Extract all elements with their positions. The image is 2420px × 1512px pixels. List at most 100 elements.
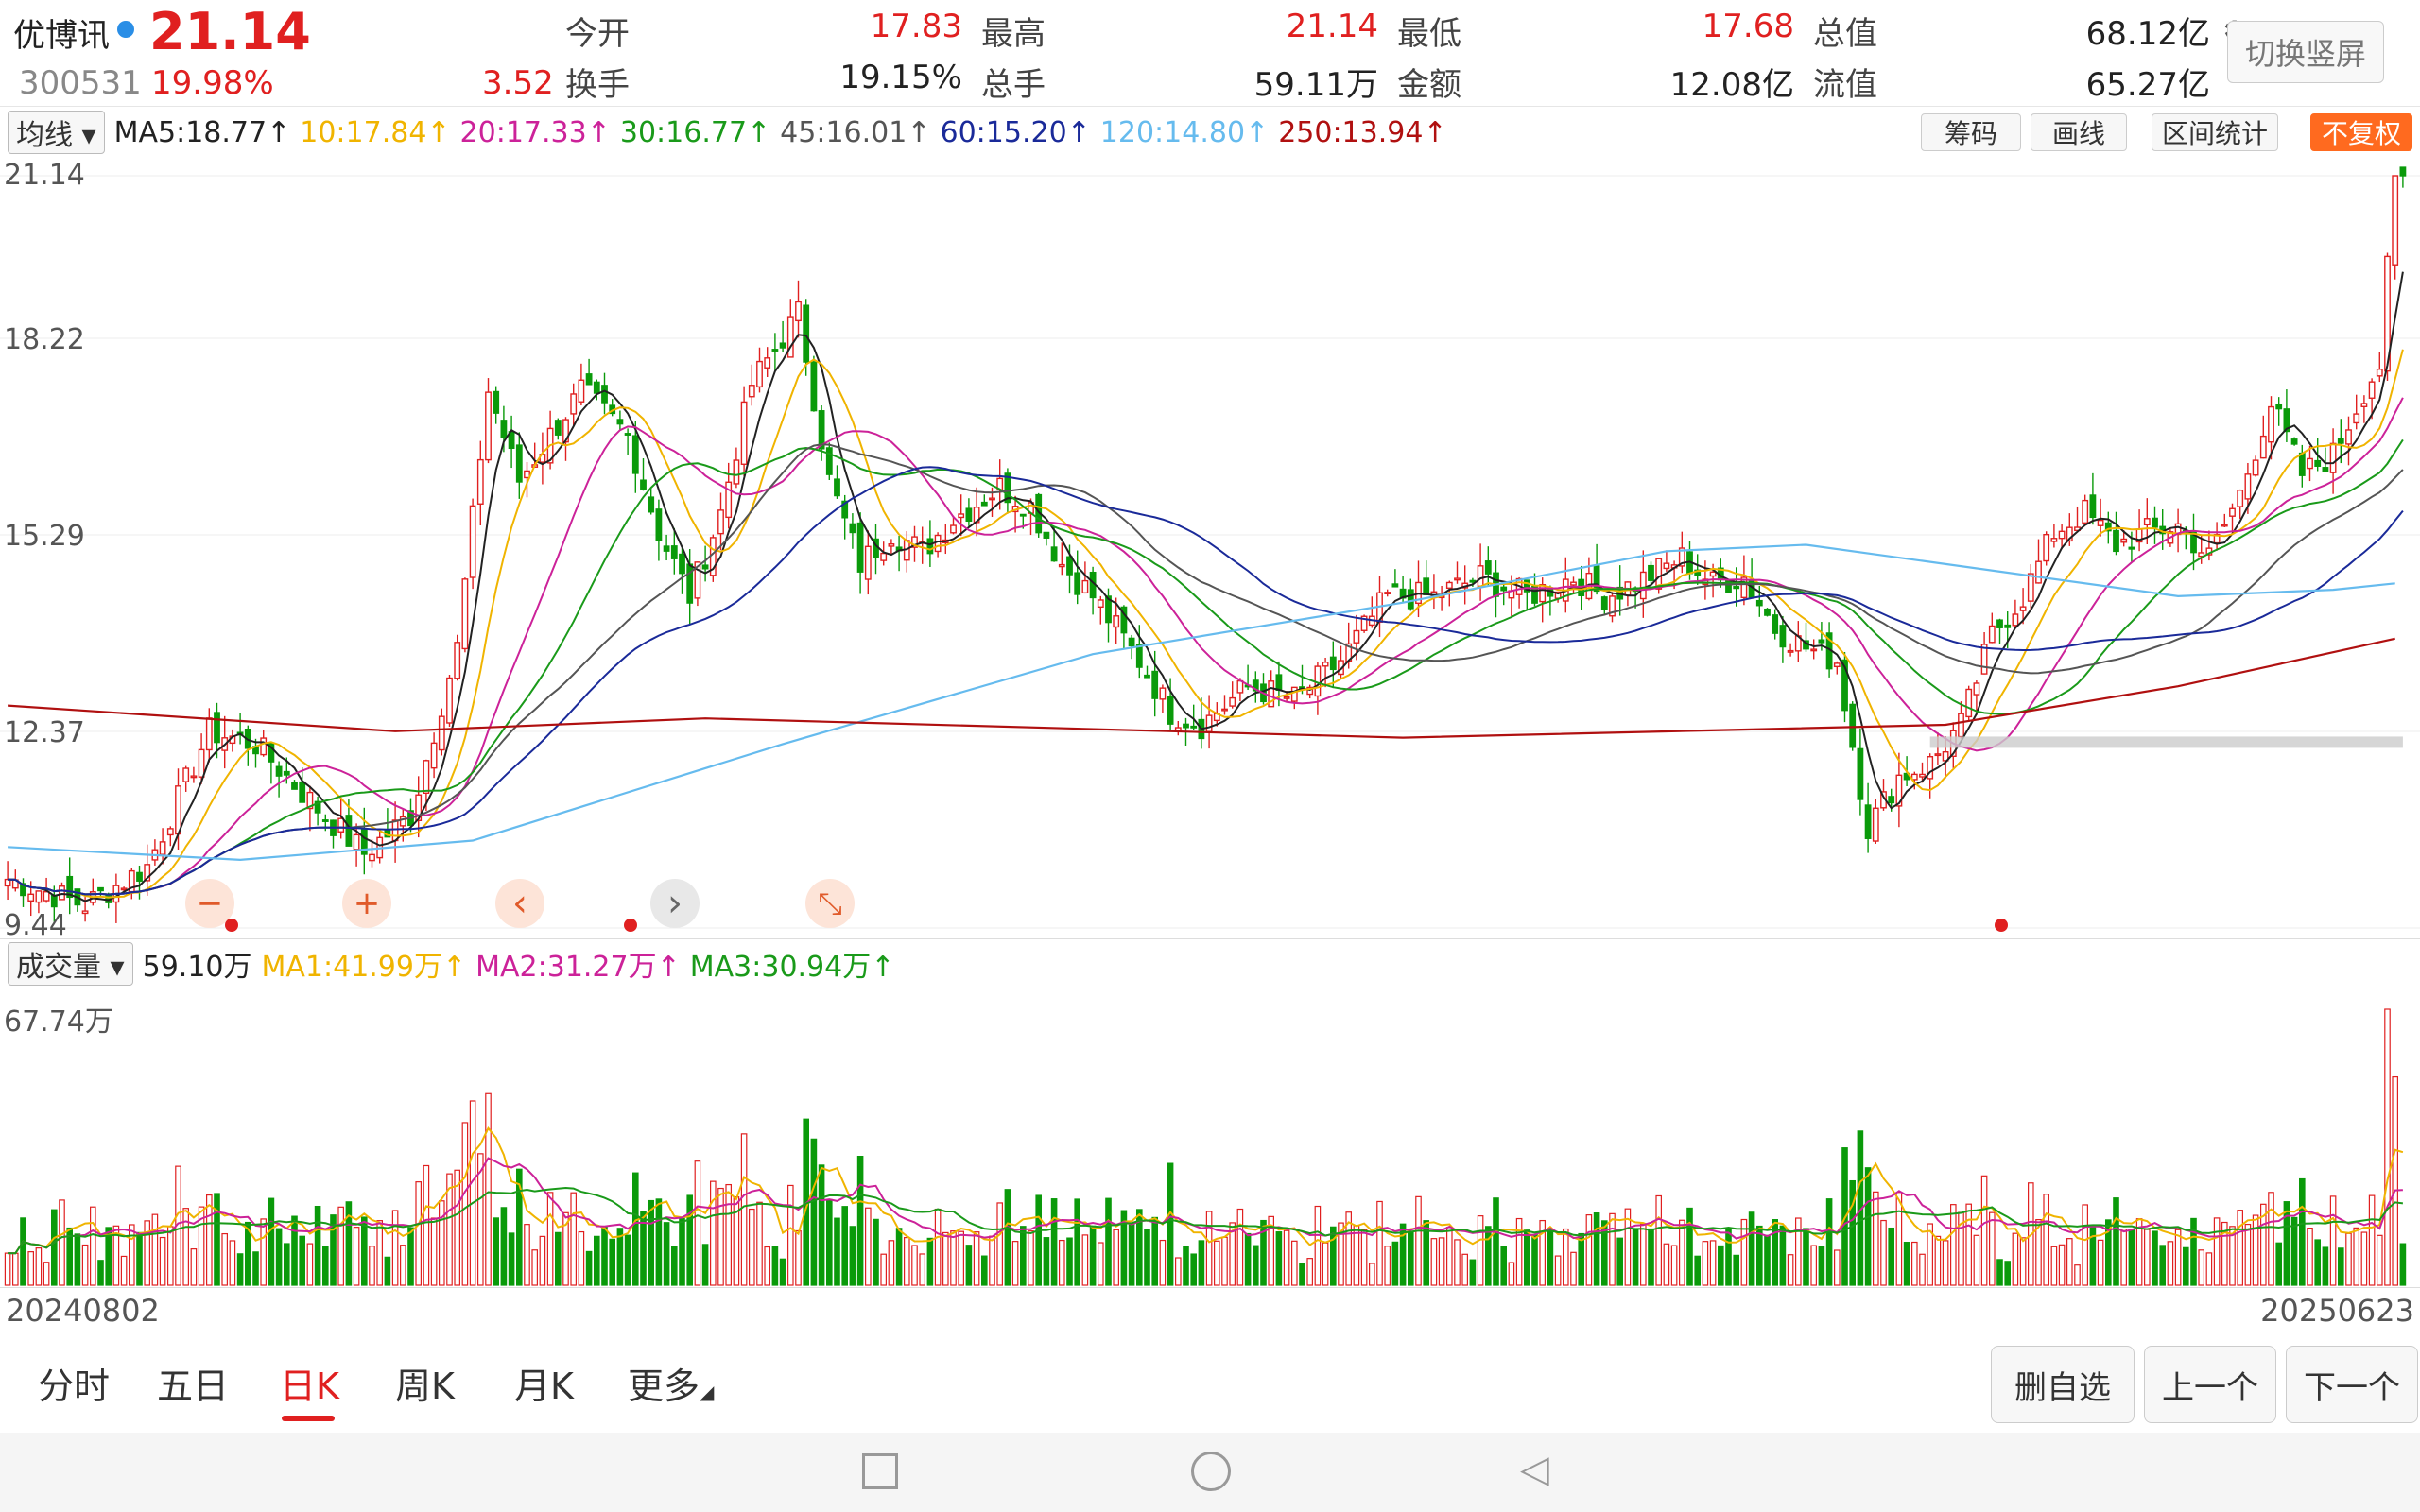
zoom-in-button[interactable]: +	[342, 879, 391, 928]
tab-intraday[interactable]: 分时	[38, 1357, 110, 1409]
candle-body	[2290, 438, 2298, 445]
candle-body	[1500, 586, 1508, 592]
remove-watchlist-button[interactable]: 删自选	[1991, 1346, 2135, 1423]
candle-body	[1477, 565, 1484, 588]
tab-more[interactable]: 更多◢	[628, 1357, 714, 1409]
candle-body	[1275, 674, 1283, 692]
volume-bar	[1663, 1243, 1670, 1286]
candle-body	[283, 770, 290, 776]
volume-bar	[1159, 1239, 1167, 1286]
volume-bar	[1903, 1242, 1910, 1286]
volume-bar	[1066, 1237, 1073, 1286]
volume-bar	[2290, 1216, 2298, 1286]
candle-body	[856, 522, 864, 573]
toggle-portrait-button[interactable]: 切换竖屏	[2227, 21, 2384, 83]
candle-body	[725, 481, 733, 519]
volume-bar	[1849, 1179, 1857, 1286]
chips-button[interactable]: 筹码	[1921, 113, 2021, 151]
volume-bar	[2392, 1075, 2399, 1286]
volume-bar	[1523, 1229, 1530, 1286]
volume-bar	[1585, 1214, 1593, 1286]
candle-body	[2244, 473, 2252, 500]
tab-five-day[interactable]: 五日	[157, 1357, 229, 1409]
candle-body	[748, 385, 755, 398]
tab-monthly-k[interactable]: 月K	[514, 1357, 574, 1409]
tab-daily-k[interactable]: 日K	[280, 1357, 339, 1409]
next-stock-button[interactable]: 下一个	[2286, 1346, 2418, 1423]
shrink-button[interactable]: ⤡	[805, 879, 855, 928]
kline-chart[interactable]	[0, 155, 2420, 939]
volume-bar	[1113, 1228, 1120, 1286]
quote-volume-label: 总手	[981, 66, 1046, 104]
previous-stock-button[interactable]: 上一个	[2144, 1346, 2276, 1423]
scroll-left-button[interactable]: ‹	[495, 879, 544, 928]
volume-bar	[299, 1235, 306, 1286]
candle-body	[2314, 459, 2322, 467]
indicator-selector[interactable]: 成交量 ▾	[8, 942, 133, 986]
candle-body	[2120, 538, 2128, 543]
highlight-band	[1929, 736, 2403, 748]
volume-bar	[206, 1194, 213, 1286]
candle-body	[1221, 708, 1228, 712]
volume-bar	[1709, 1240, 1717, 1286]
candle-body	[1965, 688, 1973, 718]
volume-bar	[469, 1100, 476, 1286]
quote-total-cap-label: 总值	[1813, 15, 1877, 53]
event-marker[interactable]	[1995, 919, 2008, 932]
candle-body	[2004, 624, 2012, 628]
ma-selector[interactable]: 均线 ▾	[8, 111, 105, 154]
volume-bar	[89, 1206, 96, 1286]
volume-bar	[2329, 1195, 2337, 1286]
candle-body	[2307, 457, 2313, 470]
candle-body	[679, 553, 685, 575]
volume-chart[interactable]	[0, 987, 2420, 1287]
volume-bar	[1198, 1240, 1205, 1286]
tab-weekly-k[interactable]: 周K	[395, 1357, 455, 1409]
back-icon[interactable]: ◁	[1520, 1448, 1549, 1491]
scroll-right-button[interactable]: ›	[650, 879, 700, 928]
candle-body	[1733, 586, 1740, 590]
volume-bar	[1748, 1211, 1755, 1286]
volume-bar	[996, 1202, 1004, 1286]
candle-body	[1058, 563, 1065, 568]
volume-bar	[2213, 1217, 2221, 1286]
home-icon[interactable]	[1191, 1452, 1231, 1491]
candle-body	[2259, 435, 2267, 459]
volume-bar	[2004, 1261, 2012, 1286]
volume-bar	[369, 1246, 375, 1286]
volume-bar	[965, 1245, 973, 1286]
ma5-value: MA5:18.77↑	[113, 115, 291, 149]
verified-icon	[117, 21, 134, 38]
range-stats-button[interactable]: 区间统计	[2152, 113, 2278, 151]
volume-bar	[601, 1226, 608, 1286]
candle-body	[446, 677, 453, 724]
candle-body	[1818, 639, 1825, 644]
adjust-button[interactable]: 不复权	[2310, 113, 2412, 151]
volume-bar	[856, 1156, 864, 1286]
candle-body	[291, 782, 298, 790]
volume-bar	[1368, 1263, 1375, 1286]
volume-bar	[1632, 1228, 1639, 1286]
draw-line-button[interactable]: 画线	[2031, 113, 2127, 151]
candle-body	[825, 447, 833, 475]
volume-bar	[2113, 1197, 2119, 1286]
event-marker[interactable]	[225, 919, 238, 932]
volume-bar	[679, 1217, 685, 1286]
volume-bar	[795, 1229, 802, 1286]
volume-bar	[353, 1227, 360, 1286]
recent-apps-icon[interactable]	[862, 1453, 898, 1489]
volume-bar	[275, 1228, 283, 1286]
volume-bar	[1616, 1237, 1624, 1286]
quote-turnover-label: 换手	[565, 66, 630, 104]
volume-bar	[631, 1172, 639, 1286]
candle-body	[1988, 625, 1996, 644]
price-label-3: 15.29	[4, 520, 85, 553]
volume-bar	[663, 1222, 670, 1286]
candle-body	[1043, 531, 1050, 539]
corner-arrow-icon: ◢	[700, 1381, 715, 1403]
volume-bar	[648, 1199, 655, 1286]
event-marker[interactable]	[624, 919, 637, 932]
candle-body	[1484, 560, 1492, 575]
candle-body	[740, 401, 748, 465]
volume-bar	[260, 1218, 268, 1286]
